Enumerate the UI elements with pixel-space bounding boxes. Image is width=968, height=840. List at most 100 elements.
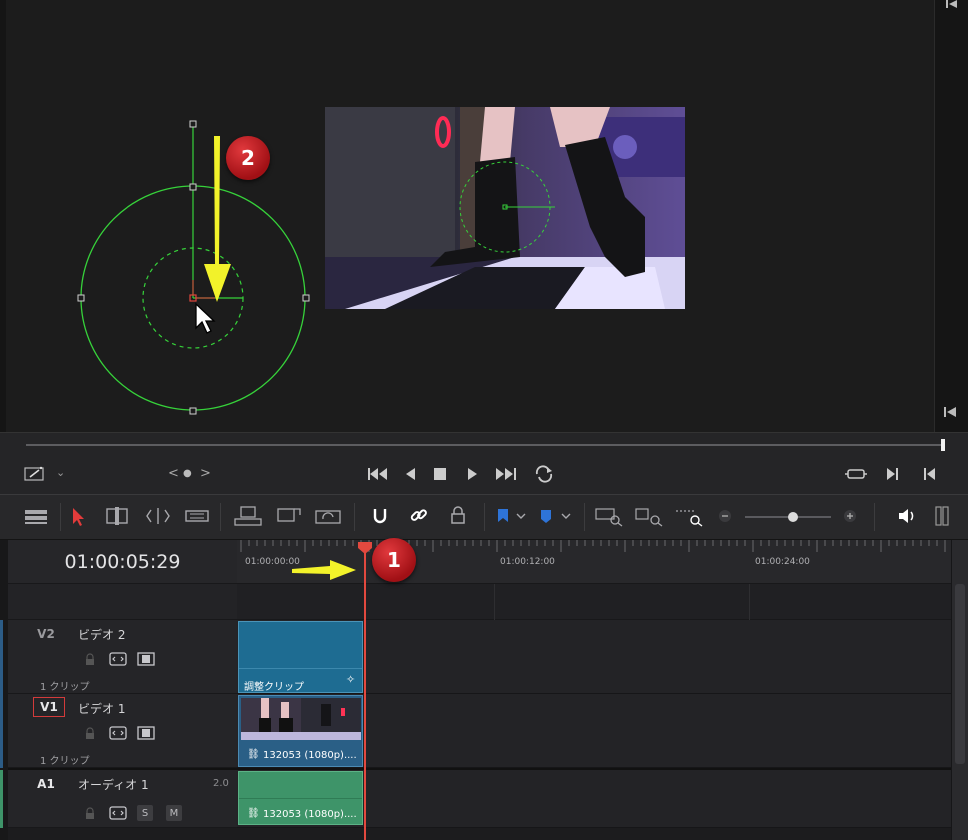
timeline-toolbar [0,494,968,540]
audio-clip[interactable]: ⛓ 132053 (1080p).... [238,771,363,825]
loop-icon[interactable] [533,465,555,483]
marker-dropdown-chevron-icon[interactable] [560,505,572,527]
next-clip-icon[interactable] [886,467,900,481]
mute-button[interactable]: M [166,805,182,821]
auto-select-icon[interactable] [109,652,127,666]
play-icon[interactable] [467,467,479,481]
ruler-ticks [240,540,946,552]
flag-dropdown-chevron-icon[interactable] [515,505,527,527]
empty-track-area [237,584,951,620]
jump-start-icon[interactable] [943,406,957,418]
stop-icon[interactable] [434,468,446,480]
mouse-pointer-icon [195,302,216,334]
lock-icon[interactable] [84,807,96,819]
prev-nav-arrow[interactable]: < [168,466,179,481]
toolbar-separator [354,503,355,531]
track-name-a1[interactable]: オーディオ 1 [78,776,149,793]
adjustment-clip[interactable]: 調整クリップ ✧ [238,621,363,693]
auto-select-icon[interactable] [109,806,127,820]
linked-selection-icon[interactable] [408,505,430,527]
link-icon: ⛓ [247,808,260,819]
overwrite-clip-icon[interactable] [276,505,302,527]
film-strip-icon[interactable] [137,652,155,666]
current-timecode[interactable]: 01:00:05:29 [65,551,181,573]
nav-dot[interactable]: ● [183,468,192,479]
transform-overlay[interactable] [70,110,320,420]
clip-count-v2: 1 クリップ [40,682,90,693]
viewer: 2 [0,0,968,432]
toolbar-separator [220,503,221,531]
track-header-spacer [8,584,237,620]
scrubber-handle[interactable] [941,439,945,451]
film-strip-icon[interactable] [137,726,155,740]
bottom-handle[interactable] [189,407,197,415]
next-nav-arrow[interactable]: > [200,466,211,481]
top-handle[interactable] [189,120,197,128]
track-name-v1[interactable]: ビデオ 1 [78,700,125,717]
track-header-v1[interactable]: V1 ビデオ 1 1 クリップ [0,694,237,768]
insert-clip-icon[interactable] [233,505,263,527]
mid-handle[interactable] [189,183,197,191]
right-handle[interactable] [302,294,310,302]
toolbar-separator [874,503,875,531]
audio-meter-icon[interactable] [934,505,950,527]
video-clip[interactable]: ⛓ 132053 (1080p).... [238,695,363,767]
track-name-v2[interactable]: ビデオ 2 [78,626,125,643]
jump-to-end-icon[interactable] [495,467,517,481]
timeline-view-options-icon[interactable] [24,505,50,527]
selection-tool-icon[interactable] [70,505,86,527]
jump-to-start-icon[interactable] [367,467,389,481]
replace-clip-icon[interactable] [314,505,342,527]
channel-format: 2.0 [213,778,229,789]
magic-wand-tool-icon[interactable] [24,465,48,483]
scrubber-track[interactable] [26,444,944,446]
ruler-label-1: 01:00:12:00 [500,557,555,567]
viewer-right-panel [934,0,968,432]
dynamic-trim-icon[interactable] [145,505,171,527]
track-header-v2[interactable]: V2 ビデオ 2 1 クリップ [0,620,237,694]
custom-zoom-icon[interactable] [674,505,704,527]
lock-icon[interactable] [84,653,96,665]
left-handle[interactable] [77,294,85,302]
track-header-a1[interactable]: A1 オーディオ 1 2.0 S M [0,770,237,828]
auto-select-icon[interactable] [109,726,127,740]
blade-edit-icon[interactable] [184,505,210,527]
zoom-in-icon[interactable] [843,505,857,527]
sparkle-icon: ✧ [346,673,356,686]
toolbar-separator [584,503,585,531]
trim-edit-icon[interactable] [103,505,131,527]
zoom-slider-handle[interactable] [788,512,798,522]
audio-clip-label: 132053 (1080p).... [263,809,357,820]
flag-icon[interactable] [496,505,510,527]
prev-clip-icon[interactable] [923,467,937,481]
track-id-a1[interactable]: A1 [26,777,66,791]
annotation-badge-1: 1 [372,538,416,582]
annotation-badge-2: 2 [226,136,270,180]
play-reverse-icon[interactable] [404,467,416,481]
track-id-v2[interactable]: V2 [26,627,66,641]
full-extent-zoom-icon[interactable] [594,505,624,527]
timeline-vertical-scrollbar[interactable] [951,540,968,840]
ruler-label-2: 01:00:24:00 [755,557,810,567]
playhead-line[interactable] [364,552,366,840]
next-edit-icon[interactable] [945,0,959,10]
zoom-out-icon[interactable] [718,505,732,527]
timeline-panel: 01:00:05:29 01:00:00:00 01:00:12:00 01:0… [0,538,968,840]
transport-controls: ⌄ < ● > [0,432,968,494]
toolbar-separator [484,503,485,531]
solo-button[interactable]: S [137,805,153,821]
lock-icon[interactable] [84,727,96,739]
viewer-left-edge [0,0,6,432]
detail-zoom-icon[interactable] [634,505,664,527]
marker-icon[interactable] [539,505,553,527]
chevron-down-icon[interactable]: ⌄ [56,466,65,479]
track-id-v1[interactable]: V1 [33,697,65,717]
clip-thumbnail [241,698,361,740]
snapping-magnet-icon[interactable] [370,505,390,527]
scrollbar-thumb[interactable] [955,584,965,764]
match-frame-icon[interactable] [845,467,867,481]
link-icon: ⛓ [247,749,260,760]
position-lock-icon[interactable] [448,505,468,527]
video-clip-label: 132053 (1080p).... [263,750,357,761]
volume-icon[interactable] [896,505,918,527]
